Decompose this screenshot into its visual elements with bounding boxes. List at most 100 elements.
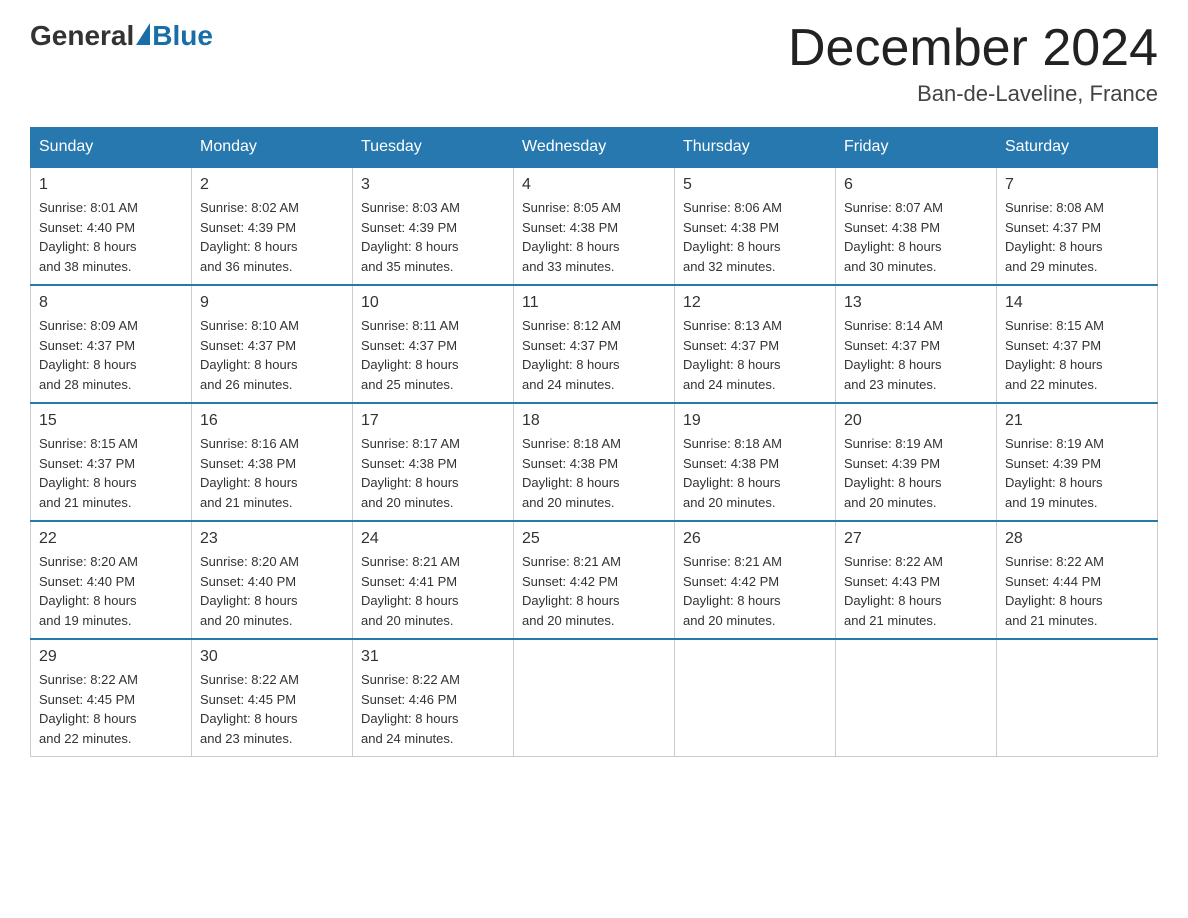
day-number: 23 (200, 530, 344, 548)
calendar-cell: 6Sunrise: 8:07 AMSunset: 4:38 PMDaylight… (836, 167, 997, 285)
day-info: Sunrise: 8:19 AMSunset: 4:39 PMDaylight:… (844, 434, 988, 512)
day-info: Sunrise: 8:17 AMSunset: 4:38 PMDaylight:… (361, 434, 505, 512)
calendar-cell: 14 Sunrise: 8:15 AMSunset: 4:37 PMDayligh… (997, 285, 1158, 403)
calendar-cell: 27 Sunrise: 8:22 AMSunset: 4:43 PMDayligh… (836, 521, 997, 639)
day-number: 3 (361, 176, 505, 194)
col-friday: Friday (836, 128, 997, 168)
page-header: General Blue December 2024 Ban-de-Laveli… (30, 20, 1158, 107)
calendar-week-3: 15 Sunrise: 8:15 AMSunset: 4:37 PMDayligh… (31, 403, 1158, 521)
calendar-week-5: 29 Sunrise: 8:22 AMSunset: 4:45 PMDayligh… (31, 639, 1158, 757)
day-info: Sunrise: 8:18 AMSunset: 4:38 PMDaylight:… (522, 434, 666, 512)
calendar-cell: 26 Sunrise: 8:21 AMSunset: 4:42 PMDayligh… (675, 521, 836, 639)
calendar-cell: 23 Sunrise: 8:20 AMSunset: 4:40 PMDayligh… (192, 521, 353, 639)
calendar-cell: 30 Sunrise: 8:22 AMSunset: 4:45 PMDayligh… (192, 639, 353, 757)
day-info: Sunrise: 8:11 AMSunset: 4:37 PMDaylight:… (361, 316, 505, 394)
day-info: Sunrise: 8:22 AMSunset: 4:44 PMDaylight:… (1005, 552, 1149, 630)
logo-blue-text: Blue (152, 20, 213, 52)
col-sunday: Sunday (31, 128, 192, 168)
day-number: 29 (39, 648, 183, 666)
logo-general-text: General (30, 20, 134, 52)
col-saturday: Saturday (997, 128, 1158, 168)
calendar-cell: 2Sunrise: 8:02 AMSunset: 4:39 PMDaylight… (192, 167, 353, 285)
calendar-cell: 8Sunrise: 8:09 AMSunset: 4:37 PMDaylight… (31, 285, 192, 403)
day-number: 15 (39, 412, 183, 430)
title-area: December 2024 Ban-de-Laveline, France (788, 20, 1158, 107)
day-info: Sunrise: 8:18 AMSunset: 4:38 PMDaylight:… (683, 434, 827, 512)
calendar-cell: 1Sunrise: 8:01 AMSunset: 4:40 PMDaylight… (31, 167, 192, 285)
day-number: 12 (683, 294, 827, 312)
day-info: Sunrise: 8:07 AMSunset: 4:38 PMDaylight:… (844, 198, 988, 276)
day-number: 2 (200, 176, 344, 194)
calendar-cell: 10 Sunrise: 8:11 AMSunset: 4:37 PMDayligh… (353, 285, 514, 403)
day-number: 10 (361, 294, 505, 312)
calendar-subtitle: Ban-de-Laveline, France (788, 81, 1158, 107)
calendar-cell: 9 Sunrise: 8:10 AMSunset: 4:37 PMDaylight… (192, 285, 353, 403)
calendar-cell (997, 639, 1158, 757)
day-info: Sunrise: 8:16 AMSunset: 4:38 PMDaylight:… (200, 434, 344, 512)
day-number: 25 (522, 530, 666, 548)
day-info: Sunrise: 8:22 AMSunset: 4:45 PMDaylight:… (200, 670, 344, 748)
day-number: 31 (361, 648, 505, 666)
day-info: Sunrise: 8:08 AMSunset: 4:37 PMDaylight:… (1005, 198, 1149, 276)
logo-text: General Blue (30, 20, 213, 52)
day-info: Sunrise: 8:12 AMSunset: 4:37 PMDaylight:… (522, 316, 666, 394)
col-wednesday: Wednesday (514, 128, 675, 168)
day-number: 11 (522, 294, 666, 312)
col-tuesday: Tuesday (353, 128, 514, 168)
header-row: Sunday Monday Tuesday Wednesday Thursday… (31, 128, 1158, 168)
col-thursday: Thursday (675, 128, 836, 168)
day-info: Sunrise: 8:05 AMSunset: 4:38 PMDaylight:… (522, 198, 666, 276)
calendar-title: December 2024 (788, 20, 1158, 77)
calendar-cell: 20 Sunrise: 8:19 AMSunset: 4:39 PMDayligh… (836, 403, 997, 521)
calendar-cell: 22 Sunrise: 8:20 AMSunset: 4:40 PMDayligh… (31, 521, 192, 639)
day-number: 9 (200, 294, 344, 312)
calendar-week-2: 8Sunrise: 8:09 AMSunset: 4:37 PMDaylight… (31, 285, 1158, 403)
day-info: Sunrise: 8:15 AMSunset: 4:37 PMDaylight:… (39, 434, 183, 512)
day-info: Sunrise: 8:20 AMSunset: 4:40 PMDaylight:… (39, 552, 183, 630)
calendar-cell: 12 Sunrise: 8:13 AMSunset: 4:37 PMDayligh… (675, 285, 836, 403)
day-number: 18 (522, 412, 666, 430)
day-number: 8 (39, 294, 183, 312)
day-number: 19 (683, 412, 827, 430)
calendar-cell: 18 Sunrise: 8:18 AMSunset: 4:38 PMDayligh… (514, 403, 675, 521)
calendar-cell: 19 Sunrise: 8:18 AMSunset: 4:38 PMDayligh… (675, 403, 836, 521)
logo: General Blue (30, 20, 213, 52)
calendar-body: 1Sunrise: 8:01 AMSunset: 4:40 PMDaylight… (31, 167, 1158, 757)
day-number: 17 (361, 412, 505, 430)
day-info: Sunrise: 8:22 AMSunset: 4:45 PMDaylight:… (39, 670, 183, 748)
calendar-table: Sunday Monday Tuesday Wednesday Thursday… (30, 127, 1158, 757)
logo-arrow-icon (136, 23, 150, 45)
day-number: 30 (200, 648, 344, 666)
day-info: Sunrise: 8:10 AMSunset: 4:37 PMDaylight:… (200, 316, 344, 394)
day-info: Sunrise: 8:14 AMSunset: 4:37 PMDaylight:… (844, 316, 988, 394)
calendar-cell: 7Sunrise: 8:08 AMSunset: 4:37 PMDaylight… (997, 167, 1158, 285)
day-info: Sunrise: 8:21 AMSunset: 4:41 PMDaylight:… (361, 552, 505, 630)
calendar-cell: 16 Sunrise: 8:16 AMSunset: 4:38 PMDayligh… (192, 403, 353, 521)
day-info: Sunrise: 8:13 AMSunset: 4:37 PMDaylight:… (683, 316, 827, 394)
day-info: Sunrise: 8:22 AMSunset: 4:43 PMDaylight:… (844, 552, 988, 630)
day-number: 27 (844, 530, 988, 548)
day-number: 22 (39, 530, 183, 548)
calendar-cell: 17 Sunrise: 8:17 AMSunset: 4:38 PMDayligh… (353, 403, 514, 521)
calendar-cell: 4Sunrise: 8:05 AMSunset: 4:38 PMDaylight… (514, 167, 675, 285)
day-info: Sunrise: 8:22 AMSunset: 4:46 PMDaylight:… (361, 670, 505, 748)
day-number: 24 (361, 530, 505, 548)
day-number: 14 (1005, 294, 1149, 312)
day-info: Sunrise: 8:20 AMSunset: 4:40 PMDaylight:… (200, 552, 344, 630)
col-monday: Monday (192, 128, 353, 168)
day-number: 20 (844, 412, 988, 430)
day-number: 16 (200, 412, 344, 430)
calendar-cell: 3 Sunrise: 8:03 AMSunset: 4:39 PMDaylight… (353, 167, 514, 285)
day-info: Sunrise: 8:21 AMSunset: 4:42 PMDaylight:… (683, 552, 827, 630)
day-info: Sunrise: 8:21 AMSunset: 4:42 PMDaylight:… (522, 552, 666, 630)
calendar-cell: 28Sunrise: 8:22 AMSunset: 4:44 PMDayligh… (997, 521, 1158, 639)
calendar-cell: 31 Sunrise: 8:22 AMSunset: 4:46 PMDayligh… (353, 639, 514, 757)
calendar-cell: 5Sunrise: 8:06 AMSunset: 4:38 PMDaylight… (675, 167, 836, 285)
calendar-header: Sunday Monday Tuesday Wednesday Thursday… (31, 128, 1158, 168)
calendar-cell (514, 639, 675, 757)
day-info: Sunrise: 8:15 AMSunset: 4:37 PMDaylight:… (1005, 316, 1149, 394)
day-info: Sunrise: 8:03 AMSunset: 4:39 PMDaylight:… (361, 198, 505, 276)
day-number: 26 (683, 530, 827, 548)
day-number: 21 (1005, 412, 1149, 430)
calendar-week-4: 22 Sunrise: 8:20 AMSunset: 4:40 PMDayligh… (31, 521, 1158, 639)
